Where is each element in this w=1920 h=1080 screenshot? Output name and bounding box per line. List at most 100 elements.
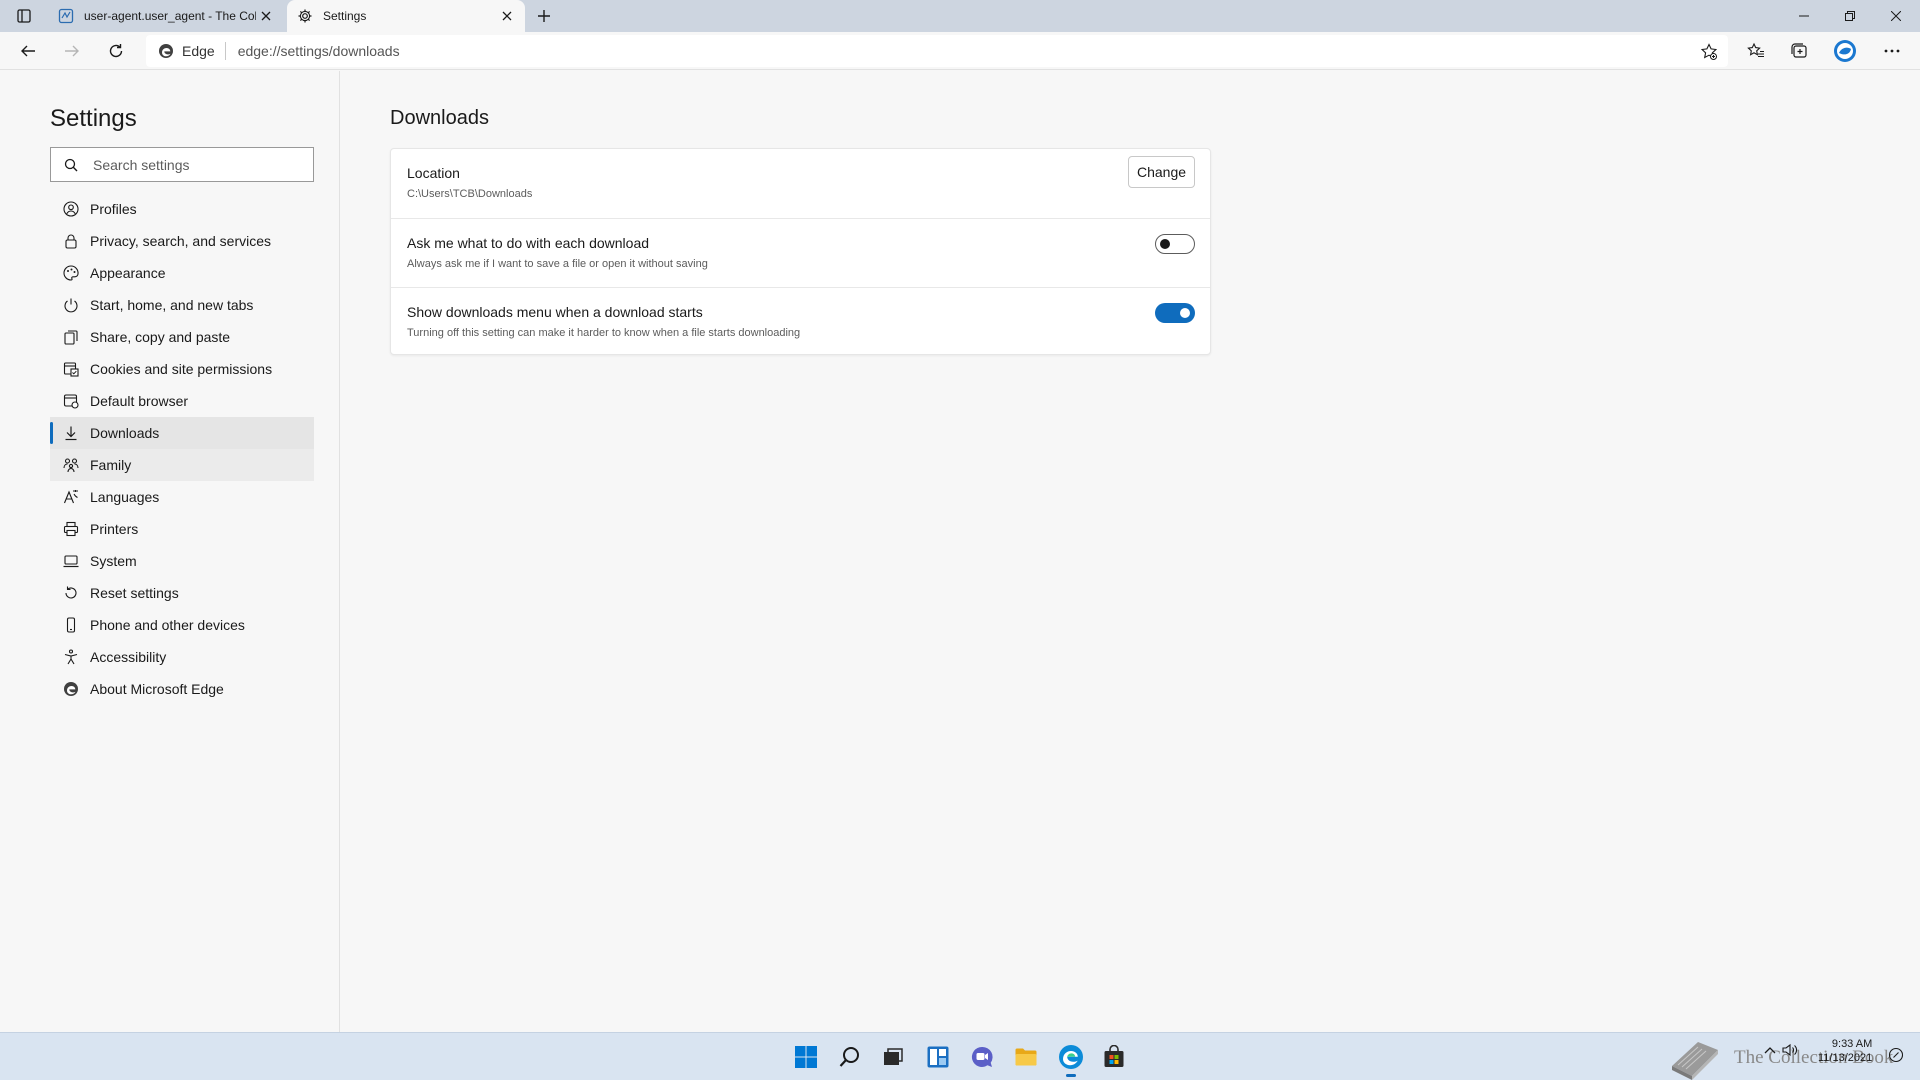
sidebar-item-label: Share, copy and paste bbox=[90, 329, 231, 345]
sidebar-item-about[interactable]: About Microsoft Edge bbox=[50, 673, 314, 705]
taskbar-search-button[interactable] bbox=[834, 1041, 866, 1073]
tab-title: user-agent.user_agent - The Coll bbox=[84, 9, 256, 23]
settings-and-more-button[interactable] bbox=[1876, 36, 1908, 66]
sidebar-item-accessibility[interactable]: Accessibility bbox=[50, 641, 314, 673]
address-bar[interactable]: Edge edge://settings/downloads bbox=[146, 35, 1728, 67]
appearance-icon bbox=[62, 264, 80, 282]
ask-each-download-label: Ask me what to do with each download bbox=[407, 235, 650, 251]
favorites-button[interactable] bbox=[1740, 36, 1772, 66]
ask-each-download-toggle[interactable] bbox=[1155, 234, 1195, 254]
tab-user-agent[interactable]: user-agent.user_agent - The Coll bbox=[48, 0, 284, 32]
power-icon bbox=[62, 296, 80, 314]
search-icon bbox=[63, 157, 79, 173]
system-tray bbox=[1764, 1043, 1798, 1057]
store-button[interactable] bbox=[1098, 1041, 1130, 1073]
sidebar-item-label: Appearance bbox=[90, 265, 166, 281]
ask-each-download-row: Ask me what to do with each download Alw… bbox=[391, 218, 1210, 287]
tab-title: Settings bbox=[323, 9, 367, 23]
accessibility-icon bbox=[62, 648, 80, 666]
tab-strip: user-agent.user_agent - The Coll Setting… bbox=[0, 0, 1920, 32]
sidebar-item-reset[interactable]: Reset settings bbox=[50, 577, 314, 609]
forward-arrow-icon bbox=[65, 45, 79, 57]
tab-actions-button[interactable] bbox=[10, 4, 38, 28]
sidebar-item-printers[interactable]: Printers bbox=[50, 513, 314, 545]
chat-icon bbox=[971, 1046, 993, 1067]
chat-button[interactable] bbox=[966, 1041, 998, 1073]
book-icon bbox=[1672, 1042, 1718, 1080]
location-row: Location C:\Users\TCB\Downloads Change bbox=[391, 149, 1210, 218]
printer-icon bbox=[62, 520, 80, 538]
show-downloads-menu-row: Show downloads menu when a download star… bbox=[391, 287, 1210, 356]
restore-icon bbox=[1845, 11, 1855, 21]
new-tab-button[interactable] bbox=[531, 4, 557, 28]
notifications-button[interactable] bbox=[1884, 1043, 1908, 1067]
location-path: C:\Users\TCB\Downloads bbox=[407, 188, 533, 200]
share-icon bbox=[62, 328, 80, 346]
profile-button[interactable] bbox=[1829, 36, 1861, 66]
restore-button[interactable] bbox=[1827, 0, 1873, 32]
sidebar-item-start-home[interactable]: Start, home, and new tabs bbox=[50, 289, 314, 321]
sidebar-item-label: Profiles bbox=[90, 201, 137, 217]
collections-icon bbox=[1791, 43, 1807, 58]
sidebar-item-family[interactable]: Family bbox=[50, 449, 314, 481]
sidebar-item-cookies[interactable]: Cookies and site permissions bbox=[50, 353, 314, 385]
languages-icon bbox=[62, 488, 80, 506]
edge-taskbar-button[interactable] bbox=[1055, 1041, 1087, 1077]
sidebar-item-label: System bbox=[90, 553, 137, 569]
settings-content: Downloads Location C:\Users\TCB\Download… bbox=[341, 71, 1920, 1032]
close-window-button[interactable] bbox=[1873, 0, 1919, 32]
sidebar-item-share-copy[interactable]: Share, copy and paste bbox=[50, 321, 314, 353]
show-downloads-menu-label: Show downloads menu when a download star… bbox=[407, 304, 703, 320]
search-input[interactable] bbox=[93, 156, 303, 173]
sidebar-item-appearance[interactable]: Appearance bbox=[50, 257, 314, 289]
volume-icon[interactable] bbox=[1782, 1043, 1798, 1057]
close-icon bbox=[1891, 11, 1901, 21]
sidebar-item-label: Reset settings bbox=[90, 585, 179, 601]
sidebar-item-label: Printers bbox=[90, 521, 139, 537]
url-text[interactable]: edge://settings/downloads bbox=[238, 43, 400, 59]
sidebar-item-languages[interactable]: Languages bbox=[50, 481, 314, 513]
task-view-button[interactable] bbox=[877, 1041, 909, 1073]
widgets-button[interactable] bbox=[922, 1041, 954, 1073]
sidebar-item-profiles[interactable]: Profiles bbox=[50, 193, 314, 225]
show-downloads-menu-toggle[interactable] bbox=[1155, 303, 1195, 323]
site-identity[interactable]: Edge bbox=[158, 42, 226, 60]
plus-icon bbox=[538, 10, 550, 22]
tab-settings[interactable]: Settings bbox=[287, 0, 525, 32]
toggle-knob bbox=[1180, 308, 1190, 318]
edge-icon bbox=[1059, 1045, 1083, 1069]
file-explorer-button[interactable] bbox=[1010, 1041, 1042, 1073]
notification-icon bbox=[1888, 1047, 1904, 1063]
sidebar-item-label: Downloads bbox=[90, 425, 160, 441]
edge-logo-icon bbox=[159, 44, 173, 58]
family-icon bbox=[62, 456, 80, 474]
close-tab-icon[interactable] bbox=[497, 6, 517, 26]
chevron-up-icon[interactable] bbox=[1764, 1045, 1776, 1055]
back-button[interactable] bbox=[12, 36, 44, 66]
sidebar-item-system[interactable]: System bbox=[50, 545, 314, 577]
minimize-button[interactable] bbox=[1781, 0, 1827, 32]
clock-date: 11/13/2021 bbox=[1818, 1052, 1873, 1064]
clock[interactable]: 9:33 AM 11/13/2021 bbox=[1818, 1037, 1872, 1065]
show-downloads-menu-description: Turning off this setting can make it har… bbox=[407, 327, 801, 339]
avatar-icon bbox=[1834, 40, 1856, 62]
sidebar-item-default-browser[interactable]: Default browser bbox=[50, 385, 314, 417]
collections-button[interactable] bbox=[1783, 36, 1815, 66]
back-arrow-icon bbox=[21, 45, 35, 57]
sidebar-item-label: Phone and other devices bbox=[90, 617, 245, 633]
sidebar-item-downloads[interactable]: Downloads bbox=[50, 417, 314, 449]
settings-sidebar: Settings Profiles Privacy, search, and s… bbox=[0, 71, 340, 1032]
sidebar-item-phone[interactable]: Phone and other devices bbox=[50, 609, 314, 641]
sidebar-item-privacy[interactable]: Privacy, search, and services bbox=[50, 225, 314, 257]
profile-icon bbox=[62, 200, 80, 218]
forward-button[interactable] bbox=[56, 36, 88, 66]
sidebar-item-label: Cookies and site permissions bbox=[90, 361, 273, 377]
search-box[interactable] bbox=[50, 147, 314, 182]
browser-icon bbox=[62, 392, 80, 410]
search-icon bbox=[839, 1047, 859, 1067]
refresh-button[interactable] bbox=[100, 36, 132, 66]
close-tab-icon[interactable] bbox=[256, 6, 276, 26]
start-button[interactable] bbox=[790, 1041, 822, 1073]
change-location-button[interactable]: Change bbox=[1128, 156, 1195, 188]
add-favorite-button[interactable] bbox=[1698, 41, 1720, 63]
